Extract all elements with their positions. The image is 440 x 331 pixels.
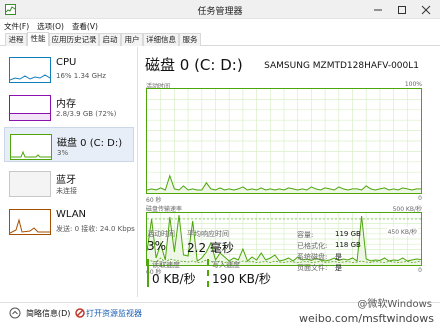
graph1-xleft: 60 秒	[146, 197, 162, 204]
sidebar-item-label: 磁盘 0 (C: D:)	[57, 138, 123, 149]
write-speed-box: 写入速度 190 KB/秒	[207, 259, 277, 287]
active-time-label: 活动时间	[147, 230, 175, 238]
write-speed-value: 190 KB/秒	[212, 272, 271, 286]
prop-page-file-value: 是	[335, 264, 342, 272]
watermark-line2: weibo.com/msftwindows	[299, 312, 434, 325]
sidebar-item-cpu[interactable]: CPU 16% 1.34 GHz	[4, 51, 134, 86]
sidebar-item-sub: 未连接	[56, 187, 77, 195]
write-speed-label: 写入速度	[212, 261, 240, 269]
tab-app-history[interactable]: 应用历史记录	[49, 33, 99, 46]
graph2-xright: 0	[418, 267, 422, 274]
watermark-line1: @微软Windows	[357, 299, 432, 310]
title-bar: 任务管理器	[0, 0, 440, 19]
graph2-marker: 450 KB/秒	[386, 227, 418, 236]
read-speed-label: 读取速度	[152, 261, 180, 269]
prop-formatted-key: 已格式化:	[297, 242, 328, 250]
wlan-thumbnail	[9, 209, 51, 235]
graph1-max: 100%	[404, 81, 422, 88]
sidebar-item-sub: 发送: 0 接收: 24.0 Kbps	[56, 225, 135, 233]
sidebar-item-label: 内存	[56, 99, 76, 110]
sidebar-item-label: 蓝牙	[56, 175, 76, 186]
tab-strip: 进程 性能 应用历史记录 启动 用户 详细信息 服务	[0, 32, 440, 46]
menu-view[interactable]: 查看(V)	[68, 19, 102, 32]
sidebar-item-label: CPU	[56, 57, 77, 68]
sidebar-item-disk[interactable]: 磁盘 0 (C: D:) 3%	[4, 127, 134, 162]
maximize-button[interactable]	[390, 0, 414, 19]
disk-model: SAMSUNG MZMTD128HAFV-000L1	[264, 61, 419, 71]
tab-details[interactable]: 详细信息	[143, 33, 179, 46]
sidebar-item-label: WLAN	[56, 209, 87, 220]
prop-system-disk-key: 系统磁盘:	[297, 253, 328, 261]
read-speed-box: 读取速度 0 KB/秒	[147, 259, 203, 287]
menu-file[interactable]: 文件(F)	[0, 19, 33, 32]
disk-thumbnail	[10, 134, 52, 160]
open-resource-monitor-link[interactable]: 打开资源监视器	[86, 308, 142, 319]
memory-thumbnail	[9, 95, 51, 121]
menu-bar: 文件(F) 选项(O) 查看(V)	[0, 19, 440, 32]
read-speed-value: 0 KB/秒	[152, 272, 196, 286]
sidebar-item-sub: 3%	[57, 149, 69, 157]
bluetooth-thumbnail	[9, 171, 51, 197]
maximize-icon	[398, 6, 406, 14]
minimize-icon	[374, 9, 382, 11]
sidebar: CPU 16% 1.34 GHz 内存 2.8/3.9 GB (72%) 磁盘 …	[0, 47, 138, 297]
prop-page-file-key: 页面文件:	[297, 264, 328, 272]
close-icon	[421, 5, 431, 15]
menu-options[interactable]: 选项(O)	[33, 19, 68, 32]
tab-startup[interactable]: 启动	[99, 33, 121, 46]
active-time-value: 3%	[147, 239, 167, 253]
resource-monitor-icon	[75, 308, 85, 318]
prop-system-disk-value: 是	[335, 253, 342, 261]
graph1-xright: 0	[418, 195, 422, 202]
sidebar-item-wlan[interactable]: WLAN 发送: 0 接收: 24.0 Kbps	[4, 203, 135, 238]
sidebar-item-sub: 16% 1.34 GHz	[56, 72, 106, 80]
tab-performance[interactable]: 性能	[27, 32, 49, 46]
tab-processes[interactable]: 进程	[5, 33, 27, 46]
tab-users[interactable]: 用户	[121, 33, 143, 46]
cpu-thumbnail	[9, 57, 51, 83]
prop-capacity-key: 容量:	[297, 231, 314, 239]
tab-services[interactable]: 服务	[179, 33, 201, 46]
prop-capacity-value: 119 GB	[335, 230, 361, 238]
chevron-up-icon[interactable]	[9, 307, 21, 319]
chart-svg	[147, 89, 421, 193]
prop-formatted-value: 118 GB	[335, 241, 361, 249]
sidebar-item-bluetooth[interactable]: 蓝牙 未连接	[4, 165, 134, 200]
active-time-chart	[146, 88, 422, 194]
minimize-button[interactable]	[366, 0, 390, 19]
fewer-details-button[interactable]: 简略信息(D)	[26, 308, 70, 319]
close-button[interactable]	[414, 0, 438, 19]
page-title: 磁盘 0 (C: D:)	[145, 56, 243, 74]
response-time-value: 2.2 毫秒	[187, 241, 234, 255]
response-time-label: 平均响应时间	[187, 230, 229, 238]
sidebar-item-sub: 2.8/3.9 GB (72%)	[56, 110, 117, 118]
sidebar-item-memory[interactable]: 内存 2.8/3.9 GB (72%)	[4, 89, 134, 124]
